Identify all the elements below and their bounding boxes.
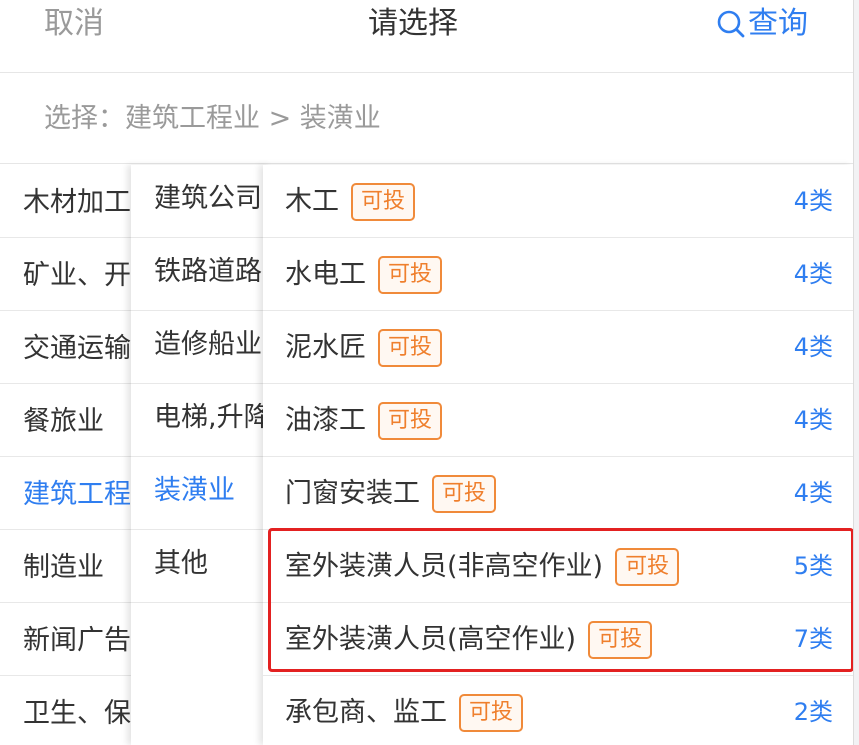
occupation-name: 油漆工 — [285, 405, 366, 436]
level1-item-label: 建筑工程 — [23, 479, 131, 510]
occupation-name-wrap: 室外装潢人员(高空作业) 可投 — [285, 621, 653, 659]
occupation-name-wrap: 门窗安装工 可投 — [285, 475, 497, 513]
occupation-name-wrap: 泥水匠 可投 — [285, 329, 443, 367]
occupation-class-count: 4类 — [793, 260, 833, 288]
occupation-class-count: 7类 — [793, 625, 833, 653]
insurable-badge: 可投 — [588, 621, 653, 659]
window-edge — [853, 0, 859, 745]
occupation-class-count: 4类 — [793, 333, 833, 361]
occupation-name-wrap: 水电工 可投 — [285, 256, 443, 294]
occupation-row[interactable]: 室外装潢人员(非高空作业) 可投 5类 — [263, 530, 853, 603]
category-column-level3: 木工 可投 4类 水电工 可投 4类 泥水匠 可投 4类 油漆工 可投 4类 门窗安装工 可投 4类 室外装潢… — [263, 165, 853, 745]
occupation-name: 室外装潢人员(高空作业) — [285, 624, 577, 655]
level1-item-label: 木材加工 — [23, 187, 131, 218]
occupation-row[interactable]: 油漆工 可投 4类 — [263, 384, 853, 457]
occupation-row[interactable]: 木工 可投 4类 — [263, 165, 853, 238]
level2-item-label: 铁路道路 — [154, 256, 262, 287]
level1-item[interactable]: 建筑工程 — [0, 457, 140, 530]
level1-item-label: 卫生、保 — [23, 698, 131, 729]
level1-item[interactable]: 卫生、保 — [0, 676, 140, 745]
query-button[interactable]: 查询 — [716, 4, 808, 44]
occupation-class-count: 4类 — [793, 187, 833, 215]
level1-item[interactable]: 制造业 — [0, 530, 140, 603]
level2-item[interactable]: 造修船业 — [131, 311, 271, 384]
insurable-badge: 可投 — [378, 402, 443, 440]
occupation-row[interactable]: 承包商、监工 可投 2类 — [263, 676, 853, 745]
occupation-class-count: 5类 — [793, 552, 833, 580]
insurable-badge: 可投 — [615, 548, 680, 586]
insurable-badge: 可投 — [378, 329, 443, 367]
level1-item-label: 餐旅业 — [23, 406, 104, 437]
category-column-level2: 建筑公司铁路道路造修船业电梯,升降装潢业其他 — [131, 165, 271, 745]
insurable-badge: 可投 — [459, 694, 524, 732]
level1-item[interactable]: 新闻广告 — [0, 603, 140, 676]
occupation-name-wrap: 木工 可投 — [285, 183, 416, 221]
breadcrumb: 选择：建筑工程业 > 装潢业 — [0, 73, 853, 164]
occupation-name-wrap: 油漆工 可投 — [285, 402, 443, 440]
occupation-name: 室外装潢人员(非高空作业) — [285, 551, 604, 582]
level2-item-label: 造修船业 — [154, 329, 262, 360]
occupation-class-count: 4类 — [793, 479, 833, 507]
occupation-name: 木工 — [285, 186, 339, 217]
level2-item-label: 建筑公司 — [154, 183, 262, 214]
page-title: 请选择 — [368, 6, 458, 41]
occupation-row[interactable]: 室外装潢人员(高空作业) 可投 7类 — [263, 603, 853, 676]
level2-item[interactable]: 电梯,升降 — [131, 384, 271, 457]
occupation-name: 承包商、监工 — [285, 697, 447, 728]
header: 取消 请选择 查询 — [0, 0, 853, 73]
occupation-row[interactable]: 泥水匠 可投 4类 — [263, 311, 853, 384]
query-label: 查询 — [748, 6, 808, 41]
breadcrumb-text: 选择：建筑工程业 > 装潢业 — [44, 103, 381, 134]
occupation-name: 泥水匠 — [285, 332, 366, 363]
category-column-level1: 木材加工矿业、开交通运输餐旅业建筑工程制造业新闻广告卫生、保 — [0, 165, 140, 745]
occupation-row[interactable]: 门窗安装工 可投 4类 — [263, 457, 853, 530]
occupation-row[interactable]: 水电工 可投 4类 — [263, 238, 853, 311]
level2-item[interactable]: 装潢业 — [131, 457, 271, 530]
level2-item[interactable]: 其他 — [131, 530, 271, 603]
level2-item-label: 电梯,升降 — [154, 402, 271, 433]
level1-item-label: 矿业、开 — [23, 260, 131, 291]
level1-item-label: 制造业 — [23, 552, 104, 583]
level1-item-label: 新闻广告 — [23, 625, 131, 656]
occupation-name-wrap: 室外装潢人员(非高空作业) 可投 — [285, 548, 680, 586]
occupation-name: 门窗安装工 — [285, 478, 420, 509]
level1-item[interactable]: 木材加工 — [0, 165, 140, 238]
occupation-name-wrap: 承包商、监工 可投 — [285, 694, 524, 732]
occupation-name: 水电工 — [285, 259, 366, 290]
insurable-badge: 可投 — [351, 183, 416, 221]
level2-item[interactable]: 建筑公司 — [131, 165, 271, 238]
level1-item[interactable]: 交通运输 — [0, 311, 140, 384]
insurable-badge: 可投 — [432, 475, 497, 513]
level2-item[interactable]: 铁路道路 — [131, 238, 271, 311]
search-icon — [717, 10, 745, 38]
page: 取消 请选择 查询 选择：建筑工程业 > 装潢业 木材加工矿业、开交通运输餐旅业… — [0, 0, 859, 745]
occupation-class-count: 2类 — [793, 698, 833, 726]
level1-item[interactable]: 餐旅业 — [0, 384, 140, 457]
level1-item-label: 交通运输 — [23, 333, 131, 364]
occupation-class-count: 4类 — [793, 406, 833, 434]
level2-item-label: 装潢业 — [154, 475, 235, 506]
insurable-badge: 可投 — [378, 256, 443, 294]
level1-item[interactable]: 矿业、开 — [0, 238, 140, 311]
level2-item-label: 其他 — [154, 548, 208, 579]
